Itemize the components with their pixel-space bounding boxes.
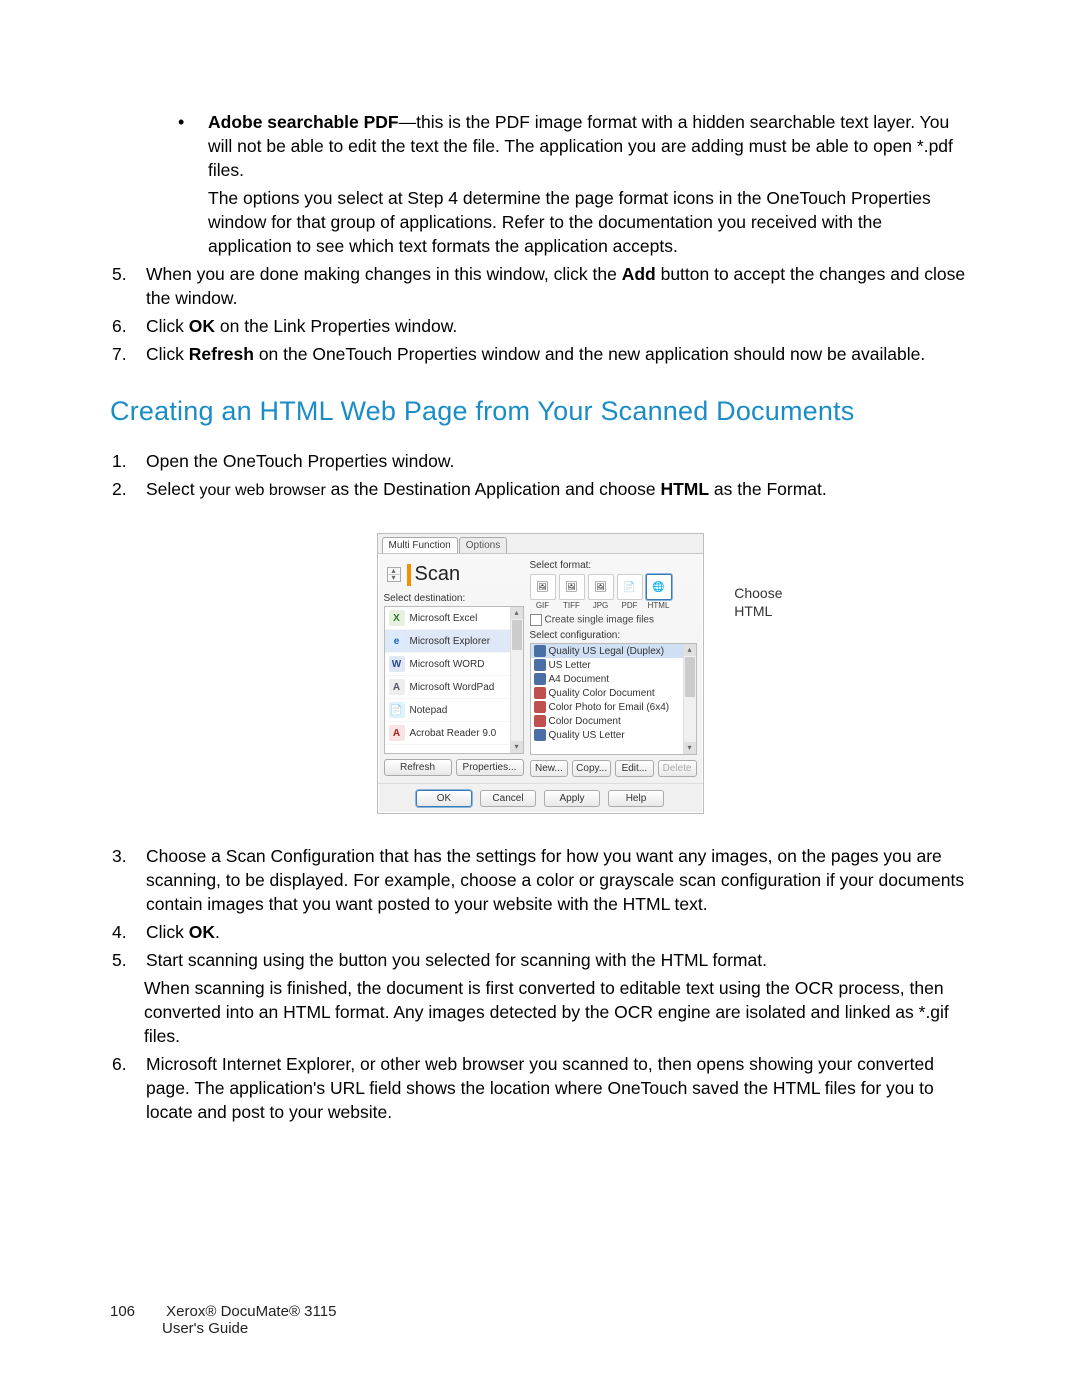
list-text: Select your web browser as the Destinati… [146,477,970,503]
bullet-marker: • [178,110,208,182]
list-text: Click OK on the Link Properties window. [146,314,970,338]
list-text: Choose a Scan Configuration that has the… [146,844,970,916]
new-button[interactable]: New... [530,760,569,777]
bullet-subtext: The options you select at Step 4 determi… [208,186,970,258]
dest-item-label: Notepad [410,705,448,716]
scan-number-spinner[interactable]: ▴▾ [387,567,401,582]
scan-icon [407,564,411,586]
ie-icon: e [389,633,405,649]
refresh-button[interactable]: Refresh [384,759,452,776]
scrollbar[interactable]: ▴▾ [510,607,523,753]
document-page: • Adobe searchable PDF—this is the PDF i… [0,0,1080,1184]
list-number: 5. [110,262,146,310]
select-configuration-label: Select configuration: [530,630,697,641]
color-doc-icon [534,701,546,713]
onetouch-properties-dialog: ChooseHTML Multi Function Options ▴▾ Sca… [377,533,704,814]
select-format-label: Select format: [530,560,697,571]
footer-title: Xerox® DocuMate® 3115 [166,1303,336,1320]
gif-icon: 🖼 [530,574,556,600]
properties-button[interactable]: Properties... [456,759,524,776]
excel-icon: X [389,610,405,626]
select-destination-label: Select destination: [384,593,524,604]
list-text: When you are done making changes in this… [146,262,970,310]
dest-item-label: Microsoft WORD [410,659,485,670]
doc-icon [534,673,546,685]
cfg-item-label: Color Photo for Email (6x4) [549,702,670,713]
list-number: 5. [110,948,146,972]
checkbox-icon [530,614,542,626]
format-jpg[interactable]: 🖼JPG [588,574,614,610]
tab-options[interactable]: Options [459,537,507,553]
page-number: 106 [110,1303,162,1320]
list-text: Start scanning using the button you sele… [146,948,970,972]
single-image-checkbox[interactable]: Create single image files [530,613,697,627]
cancel-button[interactable]: Cancel [480,790,536,807]
callout-label: ChooseHTML [734,584,782,620]
format-gif[interactable]: 🖼GIF [530,574,556,610]
list-number: 6. [110,1052,146,1124]
pdf-icon: 📄 [617,574,643,600]
cfg-item-label: Quality US Letter [549,730,625,741]
configuration-list[interactable]: Quality US Legal (Duplex) US Letter A4 D… [530,643,697,755]
doc-icon [534,645,546,657]
delete-button[interactable]: Delete [658,760,697,777]
list-number: 2. [110,477,146,503]
list-number: 6. [110,314,146,338]
dest-item-label: Microsoft Explorer [410,636,491,647]
dest-item-label: Microsoft WordPad [410,682,495,693]
apply-button[interactable]: Apply [544,790,600,807]
destination-list[interactable]: X Microsoft Excel e Microsoft Explorer W Mi… [384,606,524,754]
format-tiff[interactable]: 🖼TIFF [559,574,585,610]
cfg-item-label: Quality US Legal (Duplex) [549,646,665,657]
dest-item-label: Microsoft Excel [410,613,478,624]
ok-button[interactable]: OK [416,790,472,807]
doc-icon [534,729,546,741]
cfg-item-label: A4 Document [549,674,610,685]
list-text: Click OK. [146,920,970,944]
dest-item-label: Acrobat Reader 9.0 [410,728,497,739]
doc-icon [534,659,546,671]
list-number: 4. [110,920,146,944]
word-icon: W [389,656,405,672]
notepad-icon: 📄 [389,702,405,718]
scan-label: Scan [415,563,461,586]
jpg-icon: 🖼 [588,574,614,600]
color-doc-icon [534,715,546,727]
html-icon: 🌐 [646,574,672,600]
acrobat-icon: A [389,725,405,741]
scrollbar[interactable]: ▴▾ [683,644,696,754]
list-text: Microsoft Internet Explorer, or other we… [146,1052,970,1124]
tab-multi-function[interactable]: Multi Function [382,537,458,553]
format-row: 🖼GIF 🖼TIFF 🖼JPG 📄PDF 🌐HTML [530,574,697,610]
list-number: 3. [110,844,146,916]
page-footer: 106 Xerox® DocuMate® 3115 User's Guide [110,1303,336,1337]
footer-subtitle: User's Guide [162,1320,248,1337]
help-button[interactable]: Help [608,790,664,807]
bullet-text: Adobe searchable PDF—this is the PDF ima… [208,110,970,182]
cfg-item-label: Color Document [549,716,621,727]
list-subtext: When scanning is finished, the document … [144,976,970,1048]
format-html[interactable]: 🌐HTML [646,574,672,610]
cfg-item-label: US Letter [549,660,591,671]
wordpad-icon: A [389,679,405,695]
color-doc-icon [534,687,546,699]
section-heading: Creating an HTML Web Page from Your Scan… [110,396,970,427]
cfg-item-label: Quality Color Document [549,688,655,699]
copy-button[interactable]: Copy... [572,760,611,777]
bullet-item: • Adobe searchable PDF—this is the PDF i… [178,110,970,182]
list-text: Click Refresh on the OneTouch Properties… [146,342,970,366]
tiff-icon: 🖼 [559,574,585,600]
edit-button[interactable]: Edit... [615,760,654,777]
list-number: 1. [110,449,146,473]
format-pdf[interactable]: 📄PDF [617,574,643,610]
list-text: Open the OneTouch Properties window. [146,449,970,473]
list-number: 7. [110,342,146,366]
